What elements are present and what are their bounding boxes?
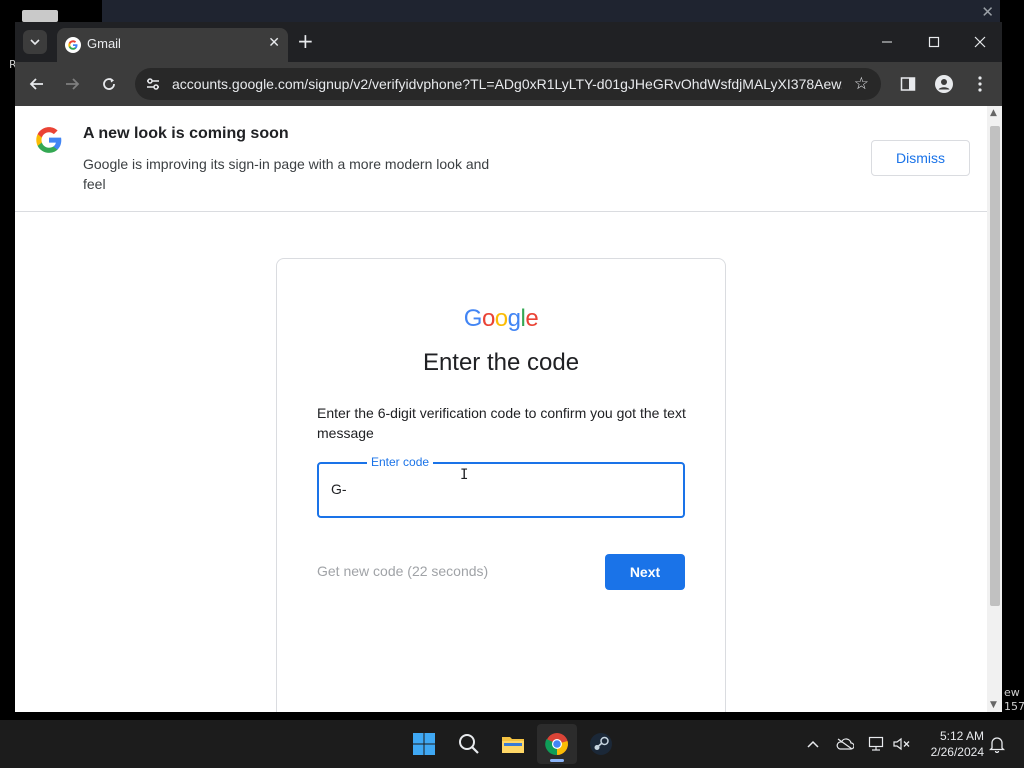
new-tab-button[interactable]: + — [297, 30, 314, 52]
wordmark-letter: G — [463, 305, 483, 332]
profile-button[interactable] — [933, 73, 955, 95]
taskbar: 5:12 AM 2/26/2024 — [0, 720, 1024, 768]
address-bar[interactable]: accounts.google.com/signup/v2/verifyidvp… — [135, 68, 881, 100]
active-app-indicator — [550, 759, 564, 762]
menu-button[interactable] — [969, 73, 991, 95]
bell-icon — [989, 737, 1005, 753]
network-tray-button[interactable] — [866, 733, 888, 755]
back-button[interactable] — [25, 72, 49, 96]
scroll-thumb[interactable] — [990, 126, 1000, 606]
search-button[interactable] — [449, 724, 489, 764]
desktop-label-fragment: 157 — [1004, 700, 1024, 713]
code-input-label: Enter code — [367, 455, 434, 469]
close-icon — [974, 36, 986, 48]
tab-search-button[interactable] — [23, 30, 47, 54]
text-cursor-icon: I — [460, 467, 469, 483]
scroll-down-icon[interactable]: ▼ — [990, 700, 997, 710]
arrow-left-icon — [29, 78, 43, 90]
google-wordmark: Google — [277, 305, 725, 333]
folder-icon — [502, 737, 524, 753]
chrome-icon — [545, 733, 568, 756]
notifications-button[interactable] — [986, 733, 1008, 755]
chevron-up-icon — [807, 740, 819, 748]
show-hidden-icons-button[interactable] — [802, 733, 824, 755]
desktop-label-fragment: ew — [1004, 686, 1020, 699]
google-favicon-icon — [65, 37, 81, 53]
side-panel-button[interactable] — [897, 73, 919, 95]
volume-tray-button[interactable] — [891, 733, 913, 755]
bookmark-star-icon[interactable]: ☆ — [854, 74, 869, 94]
wordmark-letter: e — [525, 305, 539, 332]
tab-title: Gmail — [87, 36, 121, 51]
announcement-banner: A new look is coming soon Google is impr… — [15, 106, 987, 212]
tab-close-icon[interactable]: ✕ — [268, 35, 280, 51]
clock-date: 2/26/2024 — [930, 745, 984, 759]
dismiss-button[interactable]: Dismiss — [871, 140, 970, 176]
minimize-icon — [882, 41, 892, 43]
reload-icon — [103, 78, 115, 90]
background-window-close-icon[interactable]: ✕ — [981, 3, 994, 21]
minimize-button[interactable] — [870, 28, 904, 56]
code-input-value[interactable]: G- — [331, 481, 347, 497]
more-vert-icon — [978, 76, 982, 92]
page-scrollbar[interactable]: ▲ ▼ — [987, 106, 1002, 712]
instructions-text: Enter the 6-digit verification code to c… — [317, 405, 686, 441]
url-text[interactable]: accounts.google.com/signup/v2/verifyidvp… — [172, 76, 842, 92]
wordmark-letter: o — [481, 305, 495, 332]
profile-icon — [935, 75, 953, 93]
scroll-up-icon[interactable]: ▲ — [990, 108, 997, 118]
search-icon — [459, 734, 479, 754]
arrow-right-icon — [66, 78, 80, 90]
steam-taskbar-button[interactable] — [581, 724, 621, 764]
chrome-taskbar-button[interactable] — [537, 724, 577, 764]
maximize-button[interactable] — [917, 28, 951, 56]
maximize-icon — [928, 36, 940, 48]
volume-muted-icon — [893, 737, 910, 751]
system-clock[interactable]: 5:12 AM 2/26/2024 — [920, 728, 984, 760]
page-content: A new look is coming soon Google is impr… — [15, 106, 987, 712]
browser-toolbar: accounts.google.com/signup/v2/verifyidvp… — [15, 62, 1002, 106]
banner-headline: A new look is coming soon — [83, 125, 289, 142]
side-panel-icon — [900, 77, 916, 91]
browser-window: Gmail ✕ + accounts.google.com/signup/v2/… — [15, 22, 1002, 712]
close-window-button[interactable] — [963, 28, 997, 56]
next-button[interactable]: Next — [605, 554, 685, 590]
clock-time: 5:12 AM — [939, 729, 984, 743]
code-input[interactable]: Enter code G- — [317, 455, 685, 518]
site-settings-icon — [147, 78, 159, 90]
cloud-off-icon — [836, 738, 854, 750]
google-g-logo-icon — [36, 127, 62, 153]
verification-card: Google Enter the code Enter the 6-digit … — [276, 258, 726, 712]
tab-gmail[interactable]: Gmail ✕ — [57, 28, 288, 62]
windows-icon — [413, 733, 435, 755]
network-icon — [868, 736, 884, 751]
forward-button[interactable] — [60, 72, 84, 96]
reload-button[interactable] — [97, 72, 121, 96]
onedrive-tray-button[interactable] — [834, 733, 856, 755]
wordmark-letter: o — [494, 305, 508, 332]
steam-icon — [590, 733, 612, 755]
get-new-code-link[interactable]: Get new code (22 seconds) — [317, 563, 488, 579]
file-explorer-button[interactable] — [493, 724, 533, 764]
chevron-down-icon — [30, 39, 40, 46]
title-bar: Gmail ✕ + — [15, 22, 1002, 62]
start-button[interactable] — [404, 724, 444, 764]
page-title: Enter the code — [422, 349, 580, 376]
background-window: ✕ — [102, 0, 1000, 22]
drive-icon[interactable] — [22, 10, 58, 22]
banner-body: Google is improving its sign-in page wit… — [83, 156, 490, 192]
wordmark-letter: g — [507, 305, 521, 332]
